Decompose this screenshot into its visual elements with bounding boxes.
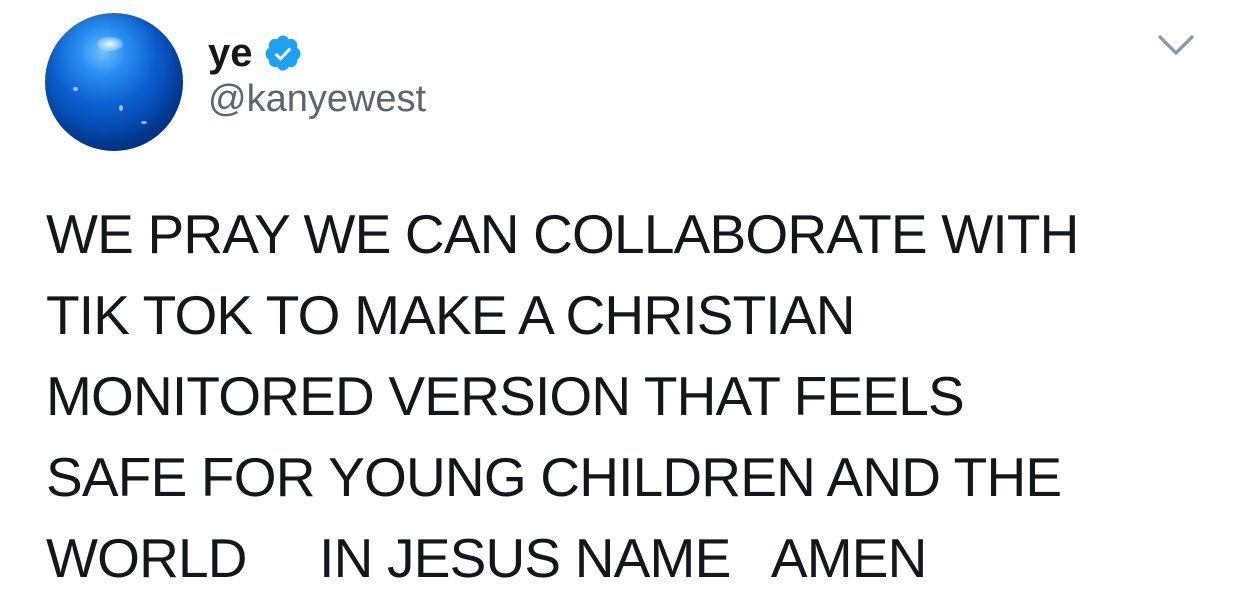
tweet-text-line: WORLD IN JESUS NAME AMEN — [46, 527, 927, 589]
avatar-speck — [73, 87, 78, 91]
author-handle[interactable]: @kanyewest — [208, 80, 426, 118]
verified-badge-icon — [264, 35, 300, 71]
avatar-highlight — [97, 37, 123, 51]
author-name-row[interactable]: ye — [208, 28, 303, 78]
tweet-text-line: SAFE FOR YOUNG CHILDREN AND THE — [46, 446, 1062, 508]
tweet-card: ye @kanyewest WE PRAY WE CAN COLLABORATE… — [0, 0, 1242, 602]
tweet-text: WE PRAY WE CAN COLLABORATE WITH TIK TOK T… — [46, 194, 1216, 599]
display-name[interactable]: ye — [208, 33, 253, 73]
tweet-text-line: TIK TOK TO MAKE A CHRISTIAN — [46, 284, 856, 346]
avatar-speck — [141, 121, 147, 124]
tweet-text-line: MONITORED VERSION THAT FEELS — [46, 365, 965, 427]
avatar[interactable] — [45, 13, 183, 151]
avatar-speck — [119, 105, 123, 111]
tweet-text-line: WE PRAY WE CAN COLLABORATE WITH — [46, 203, 1079, 265]
chevron-down-icon[interactable] — [1157, 33, 1195, 57]
